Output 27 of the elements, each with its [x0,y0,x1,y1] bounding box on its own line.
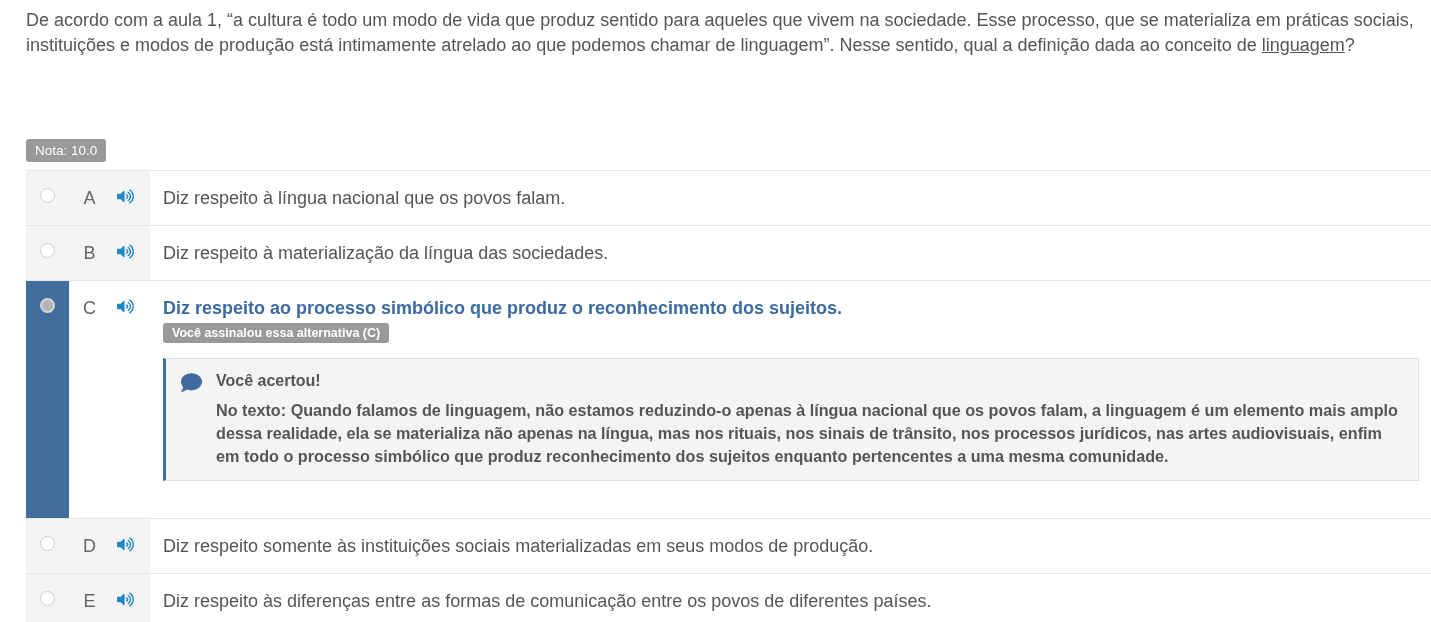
option-letter: E [83,590,96,613]
option-text: Diz respeito à língua nacional que os povos falam. [163,187,567,210]
radio-button[interactable] [40,536,55,551]
speaker-icon[interactable] [116,244,134,259]
option-letter: B [83,242,96,265]
speaker-icon[interactable] [116,299,134,314]
feedback-text: No texto: Quando falamos de linguagem, não estamos reduzindo-o apenas à língua nacional que os povos falam, a linguagem é um elemento mais amplo dessa realidade, ela se materializa não apenas na língua, mas nos rituais, nos sinais de trânsito, nos processos jurídicos, nas artes audiovisuais, enfim em todo o processo simbólico que produz reconhecimento dos sujeitos enquanto pertencentes a uma mesma comunidade. [216,400,1399,467]
radio-button[interactable] [40,591,55,606]
grade-badge: Nota: 10.0 [26,139,107,162]
speech-bubble-icon [179,372,204,393]
radio-button[interactable] [40,298,55,313]
term-link[interactable]: linguagem [1261,35,1345,55]
selected-answer-badge: Você assinalou essa alternativa (C) [163,323,390,343]
feedback-title: Você acertou! [216,371,322,391]
question-text: De acordo com a aula 1, “a cultura é todo um modo de vida que produz sentido para aqueles que vivem na sociedade. Esse processo, que se materializa em práticas sociais, instituições e modos de produção está intimamente atrelado ao que podemos chamar de linguagem”. Nesse sentido, qual a definição dada ao conceito de linguagem? [26,9,1415,57]
radio-button[interactable] [40,243,55,258]
radio-button[interactable] [40,188,55,203]
option-letter: C [83,297,96,320]
option-text: Diz respeito à materialização da língua das sociedades. [163,242,610,265]
speaker-icon[interactable] [116,537,134,552]
option-text: Diz respeito às diferenças entre as formas de comunicação entre os povos de diferentes países. [163,590,933,613]
option-letter: A [83,187,96,210]
option-text: Diz respeito somente às instituições sociais materializadas em seus modos de produção. [163,535,875,558]
speaker-icon[interactable] [116,592,134,607]
option-letter: D [83,535,96,558]
option-text: Diz respeito ao processo simbólico que produz o reconhecimento dos sujeitos. [163,297,844,320]
speaker-icon[interactable] [116,189,134,204]
